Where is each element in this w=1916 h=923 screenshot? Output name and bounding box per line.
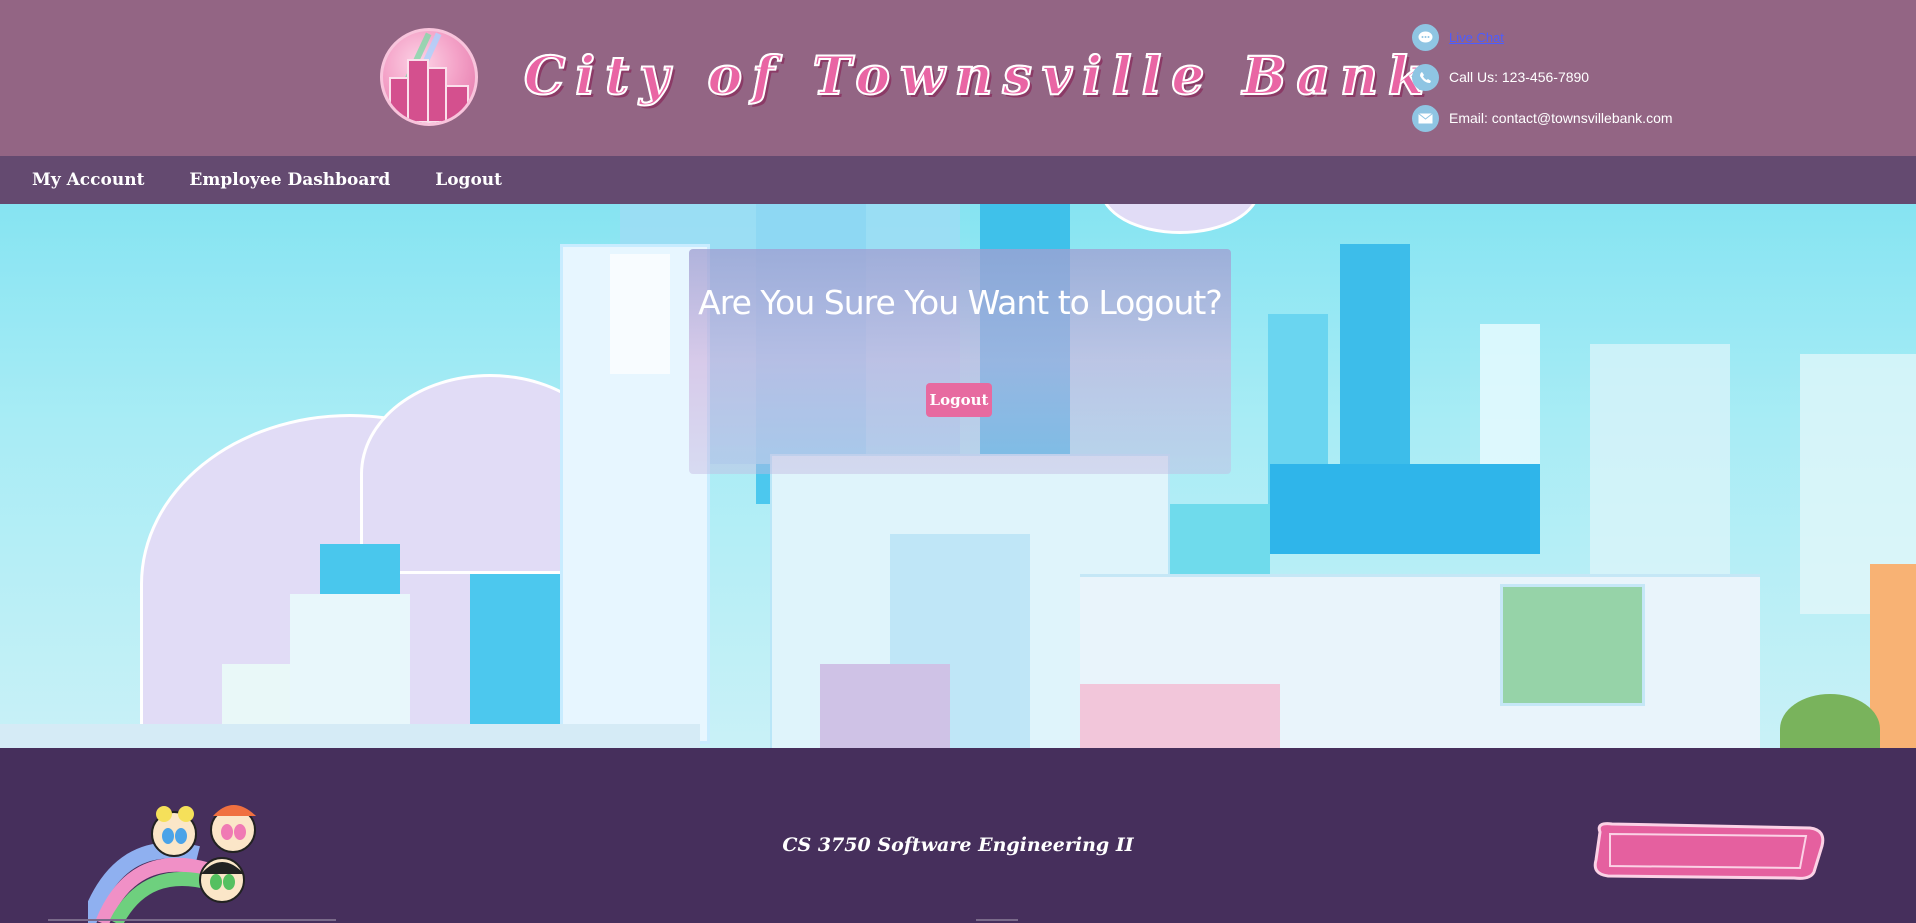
logo-building (427, 67, 447, 123)
building (1590, 344, 1730, 604)
email-text: Email: contact@townsvillebank.com (1449, 110, 1673, 126)
building (1080, 684, 1280, 748)
powerpuff-girls-logo (1593, 822, 1825, 880)
powerpuff-girls-illustration (88, 805, 256, 923)
main-nav: My Account Employee Dashboard Logout (0, 156, 1916, 204)
building (820, 664, 950, 748)
live-chat-link[interactable]: Live Chat (1449, 30, 1504, 45)
cloud (1100, 204, 1260, 234)
nav-logout[interactable]: Logout (435, 170, 502, 190)
hero-background: Are You Sure You Want to Logout? Logout (0, 204, 1916, 748)
phone-text: Call Us: 123-456-7890 (1449, 69, 1590, 85)
tree (1780, 694, 1880, 748)
nav-employee-dashboard[interactable]: Employee Dashboard (189, 170, 390, 190)
contact-phone: Call Us: 123-456-7890 (1412, 63, 1589, 91)
logout-confirm-dialog: Are You Sure You Want to Logout? Logout (689, 249, 1231, 474)
nav-my-account[interactable]: My Account (32, 170, 144, 190)
logo-building (407, 59, 429, 123)
phone-icon (1412, 63, 1439, 91)
contact-live-chat[interactable]: Live Chat (1412, 23, 1504, 51)
building (1500, 584, 1645, 706)
site-header: City of Townsville Bank Live Chat Call U… (0, 0, 1916, 156)
bank-name-logo: City of Townsville Bank (523, 45, 1435, 108)
building (470, 574, 560, 748)
building (0, 724, 700, 748)
site-footer: CS 3750 Software Engineering II (0, 748, 1916, 923)
divider (976, 919, 1018, 921)
logo-building (389, 77, 409, 123)
chat-bubble-icon (1412, 23, 1439, 51)
building (1270, 464, 1540, 554)
building (610, 254, 670, 374)
bank-logo[interactable] (380, 28, 478, 126)
divider (48, 919, 336, 921)
logout-confirm-heading: Are You Sure You Want to Logout? (698, 283, 1223, 322)
confirm-logout-button[interactable]: Logout (926, 383, 992, 417)
logo-building (445, 85, 469, 123)
mail-icon (1412, 104, 1439, 132)
contact-email: Email: contact@townsvillebank.com (1412, 104, 1673, 132)
